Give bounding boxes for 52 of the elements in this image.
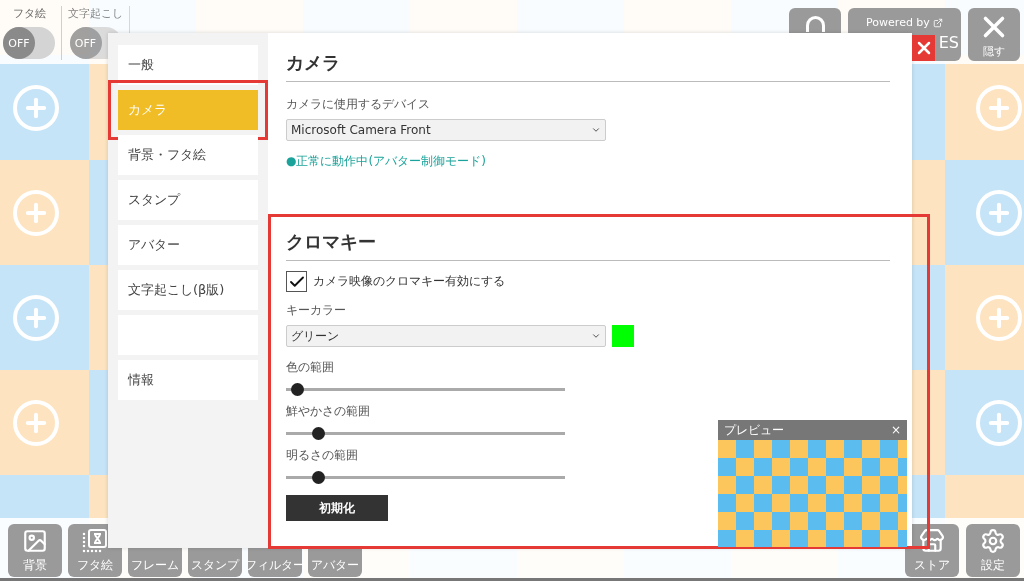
sidebar-item[interactable]: アバター	[118, 225, 258, 265]
plus-circle-icon[interactable]	[975, 399, 1022, 446]
device-select[interactable]: Microsoft Camera Front	[286, 119, 606, 141]
settings-icon	[980, 528, 1006, 554]
field-label: カメラに使用するデバイス	[286, 96, 431, 113]
section-title: クロマキー	[286, 230, 890, 261]
checkbox-label: カメラ映像のクロマキー有効にする	[313, 273, 505, 290]
chevron-icon	[591, 331, 601, 341]
slider-label: 明るさの範囲	[286, 447, 359, 464]
field-label: キーカラー	[286, 302, 347, 319]
chevron-icon	[591, 125, 601, 135]
slider-thumb[interactable]	[291, 383, 305, 396]
color-swatch[interactable]	[612, 325, 634, 347]
plus-circle-icon[interactable]	[975, 189, 1022, 236]
powered-by-text: Powered by	[866, 16, 930, 29]
close-button[interactable]	[912, 35, 935, 61]
plus-circle-icon[interactable]	[975, 294, 1022, 341]
section-title: カメラ	[286, 51, 890, 82]
sidebar-item[interactable]: スタンプ	[118, 180, 258, 220]
plus-circle-icon[interactable]	[12, 84, 59, 131]
toolbar-button[interactable]: 設定	[966, 524, 1020, 577]
sidebar-item[interactable]: 背景・フタ絵	[118, 135, 258, 175]
sidebar-item[interactable]: カメラ	[118, 90, 258, 130]
button-label: ES	[938, 33, 959, 52]
button-label: 隠す	[983, 44, 1005, 59]
toggle-knob: OFF	[3, 27, 35, 59]
toggle-label: フタ絵	[12, 6, 46, 21]
image-icon	[22, 528, 48, 554]
sidebar-item[interactable]: 文字起こし(β版)	[118, 270, 258, 310]
plus-circle-icon[interactable]	[12, 294, 59, 341]
hide-button[interactable]: 隠す	[968, 8, 1020, 61]
plus-circle-icon[interactable]	[12, 189, 59, 236]
status-text: ●正常に動作中(アバター制御モード)	[286, 153, 487, 170]
preview-close-button[interactable]: ×	[890, 423, 901, 437]
key-color-select[interactable]: グリーン	[286, 325, 606, 347]
preview-title: プレビュー	[724, 421, 784, 439]
plus-circle-icon[interactable]	[12, 399, 59, 446]
sidebar-item[interactable]: 情報	[118, 360, 258, 400]
slider-thumb[interactable]	[312, 471, 326, 484]
toolbar-button[interactable]: 背景	[8, 524, 62, 577]
plus-circle-icon[interactable]	[975, 84, 1022, 131]
checkbox[interactable]	[286, 271, 307, 292]
reset-button[interactable]: 初期化	[286, 495, 388, 521]
toggle-label: 文字起こし	[68, 6, 123, 21]
sidebar-item[interactable]: 一般	[118, 45, 258, 85]
slider-label: 色の範囲	[286, 359, 335, 376]
toggle-switch[interactable]: OFF	[3, 27, 55, 59]
slider-thumb[interactable]	[312, 427, 326, 440]
slider-label: 鮮やかさの範囲	[286, 403, 371, 420]
toggle-knob: OFF	[69, 27, 102, 59]
store-icon	[919, 528, 945, 554]
external-link-icon	[932, 17, 943, 28]
